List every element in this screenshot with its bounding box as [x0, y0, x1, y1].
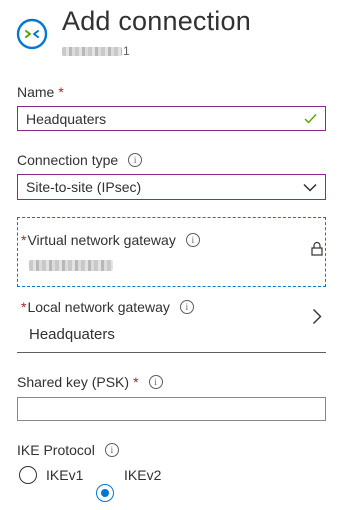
- name-label-text: Name: [17, 84, 55, 100]
- local-network-gateway-label-text: Local network gateway: [27, 299, 170, 315]
- redacted-resource-name: [62, 46, 122, 56]
- info-icon[interactable]: i: [128, 153, 143, 167]
- ikev2-label[interactable]: IKEv2: [124, 467, 161, 483]
- subtitle-suffix: 1: [123, 44, 130, 58]
- info-icon[interactable]: i: [148, 375, 163, 389]
- required-mark: *: [21, 299, 27, 315]
- info-icon[interactable]: i: [179, 300, 194, 314]
- required-mark: *: [21, 232, 27, 248]
- shared-key-label: Shared key (PSK) * i: [17, 374, 163, 390]
- virtual-network-gateway-label: * Virtual network gateway i: [21, 232, 200, 248]
- page-subtitle: 1: [62, 44, 130, 58]
- chevron-down-icon[interactable]: [303, 183, 317, 192]
- ike-protocol-label: IKE Protocol i: [17, 442, 119, 458]
- redacted-gateway-value: [29, 260, 113, 271]
- ikev1-radio[interactable]: [19, 466, 37, 484]
- page-title: Add connection: [62, 6, 251, 36]
- ikev1-label[interactable]: IKEv1: [46, 467, 83, 483]
- local-network-gateway-label: * Local network gateway i: [21, 299, 194, 315]
- connection-type-value[interactable]: Site-to-site (IPsec): [26, 179, 141, 195]
- info-icon[interactable]: i: [104, 443, 119, 457]
- required-mark: *: [133, 374, 139, 390]
- check-icon: [304, 114, 317, 124]
- required-mark: *: [58, 84, 64, 100]
- virtual-network-gateway-field[interactable]: [17, 217, 326, 287]
- connection-type-select[interactable]: Site-to-site (IPsec): [17, 174, 326, 200]
- local-network-gateway-value[interactable]: Headquaters: [29, 326, 115, 343]
- shared-key-label-text: Shared key (PSK): [17, 374, 130, 390]
- name-input-value[interactable]: Headquaters: [26, 111, 106, 127]
- connection-icon: [16, 18, 48, 50]
- chevron-right-icon[interactable]: [312, 308, 322, 325]
- connection-type-label: Connection type i: [17, 152, 143, 168]
- virtual-network-gateway-label-text: Virtual network gateway: [27, 232, 176, 248]
- ikev2-radio[interactable]: [96, 484, 114, 502]
- local-network-gateway-underline: [17, 352, 326, 353]
- lock-icon: [311, 241, 323, 256]
- name-label: Name *: [17, 84, 64, 100]
- info-icon[interactable]: i: [185, 233, 200, 247]
- name-input[interactable]: Headquaters: [17, 106, 326, 131]
- shared-key-input[interactable]: [17, 397, 326, 421]
- connection-type-label-text: Connection type: [17, 152, 119, 168]
- ike-protocol-label-text: IKE Protocol: [17, 442, 95, 458]
